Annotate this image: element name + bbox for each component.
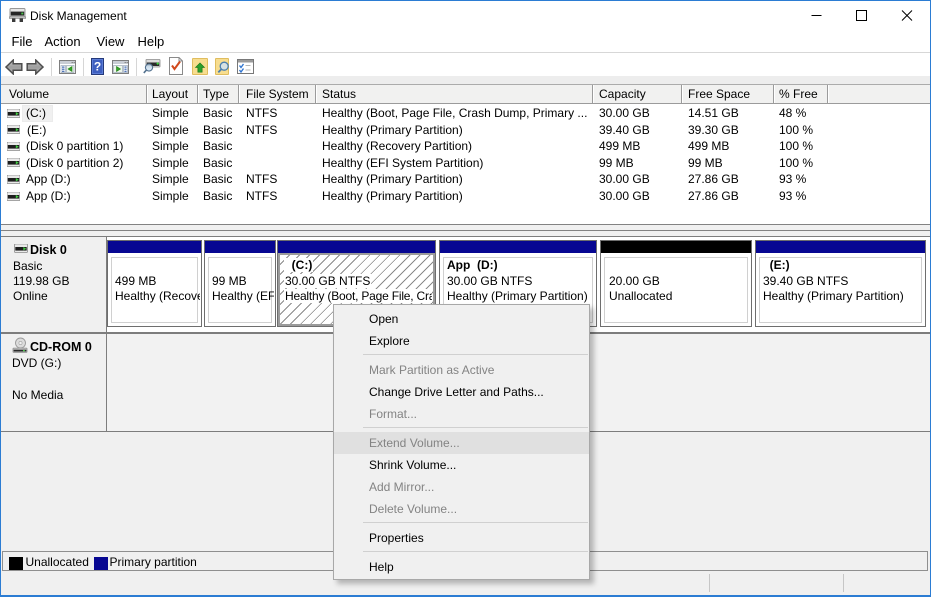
- svg-text:?: ?: [94, 60, 101, 74]
